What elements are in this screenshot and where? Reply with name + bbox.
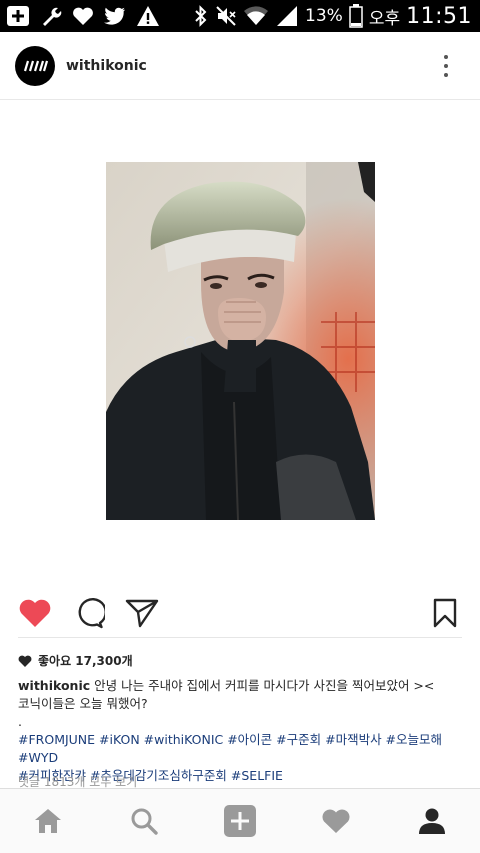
bottom-navigation (0, 788, 480, 853)
post-caption: withikonic 안녕 나는 주내야 집에서 커피를 마시다가 사진을 찍어… (18, 677, 468, 785)
wifi-icon (243, 5, 269, 27)
activity-heart-icon (322, 809, 350, 833)
warning-icon (136, 5, 160, 27)
post-username[interactable]: withikonic (66, 58, 147, 74)
add-post-icon (224, 805, 256, 837)
hashtags-line-1[interactable]: #FROMJUNE #iKON #withiKONIC #아이콘 #구준회 #마… (18, 731, 468, 767)
caption-text-3: . (18, 714, 22, 729)
like-heart-icon (19, 599, 51, 627)
more-options-button[interactable] (438, 51, 454, 81)
search-icon (131, 808, 158, 835)
divider (18, 637, 462, 638)
like-button[interactable] (16, 594, 54, 632)
more-dot (444, 63, 448, 68)
share-button[interactable] (122, 594, 162, 632)
post-actions (0, 590, 480, 634)
mute-icon (215, 5, 237, 27)
home-icon (35, 809, 61, 833)
wrench-icon (40, 5, 62, 27)
battery-percent: 13% (305, 6, 343, 26)
more-dot (444, 54, 448, 59)
likes-text: 좋아요 17,300개 (38, 654, 133, 668)
avatar[interactable] (15, 45, 55, 86)
nav-activity-button[interactable] (306, 796, 366, 846)
bluetooth-icon (193, 5, 209, 27)
heart-icon (72, 6, 94, 26)
share-icon (125, 599, 159, 628)
status-time: 11:51 (406, 3, 472, 29)
caption-text-1: 안녕 나는 주내야 집에서 커피를 마시다가 사진을 찍어보았어 >< (94, 678, 435, 693)
status-bar: 13% 오후 11:51 (0, 0, 480, 32)
post-photo (106, 162, 375, 520)
nav-home-button[interactable] (18, 796, 78, 846)
twitter-icon (104, 7, 126, 25)
signal-icon (275, 5, 299, 27)
more-dot (444, 72, 448, 77)
caption-line-1: withikonic 안녕 나는 주내야 집에서 커피를 마시다가 사진을 찍어… (18, 677, 468, 695)
comment-icon (78, 598, 105, 629)
bookmark-button[interactable] (428, 594, 462, 632)
comment-button[interactable] (70, 594, 108, 632)
battery-icon (349, 4, 363, 28)
nav-add-post-button[interactable] (210, 796, 270, 846)
caption-username[interactable]: withikonic (18, 678, 90, 693)
ikon-logo (23, 60, 48, 71)
small-heart-icon (18, 655, 32, 667)
likes-count[interactable]: 좋아요 17,300개 (18, 652, 133, 669)
nav-profile-button[interactable] (402, 796, 462, 846)
profile-icon (419, 808, 445, 834)
caption-text-2: 코닉이들은 오늘 뭐했어? (18, 696, 148, 711)
status-ampm: 오후 (368, 8, 401, 29)
bookmark-icon (433, 598, 457, 628)
add-box-icon (6, 5, 30, 27)
post-header: withikonic (0, 32, 480, 100)
post-media-area[interactable] (0, 101, 480, 581)
nav-search-button[interactable] (114, 796, 174, 846)
